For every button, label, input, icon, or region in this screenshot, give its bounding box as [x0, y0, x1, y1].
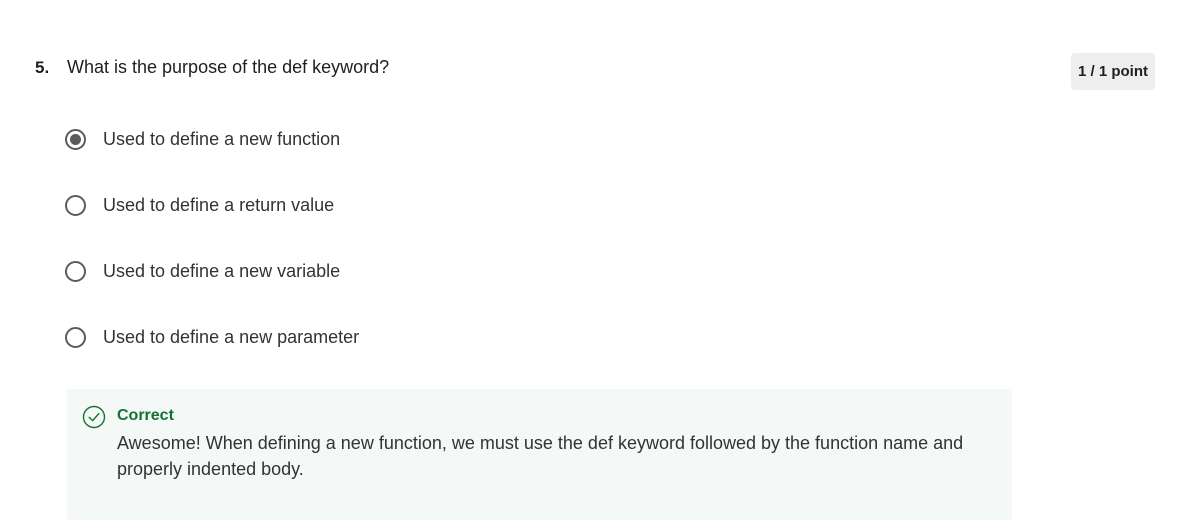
question-number: 5.	[35, 58, 50, 77]
radio-button[interactable]	[65, 260, 86, 282]
option-label: Used to define a new variable	[103, 261, 341, 281]
radio-button[interactable]	[65, 194, 86, 216]
feedback-message: Awesome! When defining a new function, w…	[117, 433, 964, 479]
option-define-return-value[interactable]: Used to define a return value	[65, 190, 485, 220]
question-text: What is the purpose of the def keyword?	[67, 57, 390, 77]
option-label: Used to define a new parameter	[103, 327, 360, 347]
option-label: Used to define a new function	[103, 129, 341, 149]
option-define-variable[interactable]: Used to define a new variable	[65, 256, 485, 286]
radio-button-selected[interactable]	[65, 128, 86, 150]
points-badge: 1 / 1 point	[1071, 53, 1155, 90]
feedback-panel: Correct Awesome! When defining a new fun…	[67, 389, 1012, 520]
option-define-function[interactable]: Used to define a new function	[65, 124, 485, 154]
option-define-parameter[interactable]: Used to define a new parameter	[65, 322, 485, 352]
quiz-question: 5. What is the purpose of the def keywor…	[0, 0, 1183, 527]
feedback-status: Correct	[117, 407, 174, 424]
check-circle-icon	[82, 405, 106, 429]
option-label: Used to define a return value	[103, 195, 335, 215]
radio-button[interactable]	[65, 326, 86, 348]
